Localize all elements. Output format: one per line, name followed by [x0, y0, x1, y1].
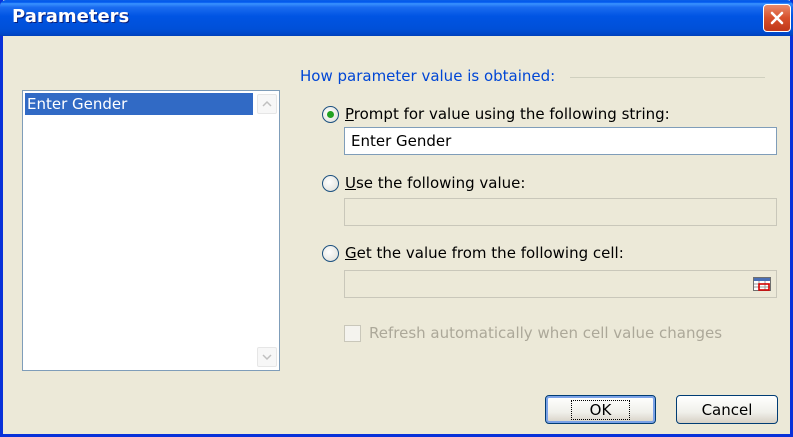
- prompt-string-input[interactable]: Enter Gender: [344, 127, 777, 155]
- refresh-checkbox[interactable]: [344, 324, 361, 342]
- use-value-radio-option[interactable]: Use the following value:: [322, 172, 525, 194]
- ok-button[interactable]: OK: [545, 395, 656, 424]
- chevron-down-icon: [262, 354, 272, 361]
- parameters-listbox[interactable]: Enter Gender: [22, 90, 280, 371]
- refresh-checkbox-option[interactable]: Refresh automatically when cell value ch…: [344, 322, 722, 344]
- prompt-radio-label[interactable]: Prompt for value using the following str…: [345, 105, 670, 123]
- group-label: How parameter value is obtained:: [300, 67, 562, 85]
- scroll-down-button[interactable]: [257, 347, 277, 367]
- cancel-button[interactable]: Cancel: [676, 395, 778, 424]
- radio-selected-dot: [327, 110, 334, 118]
- refresh-checkbox-label[interactable]: Refresh automatically when cell value ch…: [369, 324, 722, 342]
- prompt-radio-option[interactable]: Prompt for value using the following str…: [322, 103, 670, 125]
- from-cell-radio-label[interactable]: Get the value from the following cell:: [345, 244, 624, 262]
- list-item[interactable]: Enter Gender: [25, 93, 253, 115]
- cell-reference-input[interactable]: [344, 270, 777, 298]
- collapse-dialog-button[interactable]: [751, 274, 773, 294]
- close-icon: [770, 11, 784, 25]
- scroll-up-button[interactable]: [257, 94, 277, 114]
- cell-select-icon: [753, 277, 771, 291]
- title-bar[interactable]: Parameters: [0, 0, 793, 36]
- use-value-radio-label[interactable]: Use the following value:: [345, 174, 525, 192]
- chevron-up-icon: [262, 100, 272, 107]
- from-cell-radio[interactable]: [322, 244, 339, 262]
- dialog-title: Parameters: [12, 6, 130, 27]
- prompt-radio[interactable]: [322, 105, 339, 123]
- use-value-radio[interactable]: [322, 174, 339, 192]
- from-cell-radio-option[interactable]: Get the value from the following cell:: [322, 242, 624, 264]
- ok-button-label: OK: [570, 399, 631, 420]
- group-divider: [570, 77, 765, 78]
- close-button[interactable]: [763, 4, 791, 32]
- use-value-input[interactable]: [344, 198, 777, 226]
- vertical-scrollbar[interactable]: [256, 92, 278, 369]
